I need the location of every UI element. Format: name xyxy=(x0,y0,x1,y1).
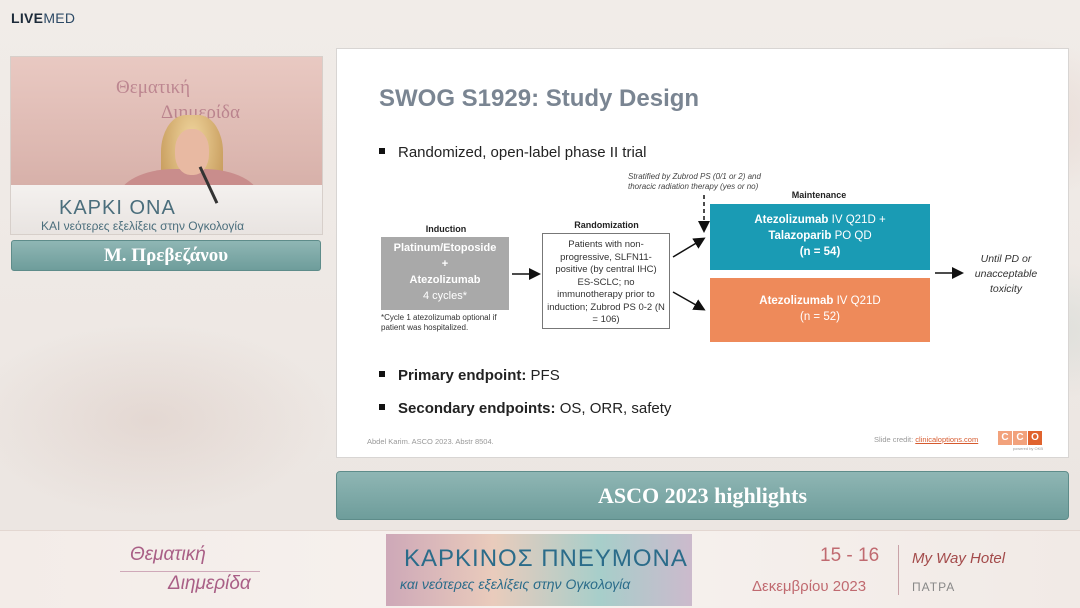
induction-line-4: 4 cycles* xyxy=(422,290,468,302)
bullet-secondary-endpoints: Secondary endpoints: OS, ORR, safety xyxy=(379,400,671,417)
induction-footnote-line-1: *Cycle 1 atezolizumab optional if xyxy=(381,313,497,322)
presentation-slide: SWOG S1929: Study Design Randomized, ope… xyxy=(336,48,1069,458)
event-banner: Θεματική Διημερίδα ΚΑΡΚΙΝΟΣ ΠΝΕΥΜΟΝΑ και… xyxy=(0,530,1080,608)
cco-logo: CCO powered by OKB xyxy=(998,427,1043,451)
randomization-box: Patients with non-progressive, SLFN11-po… xyxy=(542,233,670,329)
speaker-video: Θεματική Διημερίδα ΚΑΡΚΙ ΟΝΑ ΚΑΙ νεότερε… xyxy=(10,56,323,235)
arm2-drug1-dose: IV Q21D xyxy=(833,295,881,307)
bullet-icon xyxy=(379,404,385,410)
outcome-line-1: Until PD or xyxy=(980,253,1032,265)
banner-date-days: 15 - 16 xyxy=(820,545,880,566)
induction-line-3: Atezolizumab xyxy=(409,274,481,286)
induction-line-2: + xyxy=(441,258,449,270)
induction-box: Platinum/Etoposide + Atezolizumab 4 cycl… xyxy=(381,237,509,310)
arm2-n: (n = 52) xyxy=(800,311,840,323)
banner-hotel: My Way Hotel xyxy=(912,550,1006,567)
bullet-icon xyxy=(379,371,385,377)
arm1-drug1-dose: IV Q21D + xyxy=(828,214,886,226)
slide-credit: Slide credit: clinicaloptions.com xyxy=(874,435,978,444)
randomization-label: Randomization xyxy=(574,220,639,230)
cco-tagline: powered by OKB xyxy=(1012,446,1043,451)
banner-date-month: Δεκεμβρίου 2023 xyxy=(752,578,867,595)
cco-letter-3: O xyxy=(1028,431,1042,445)
video-backdrop-text-1: Θεματική xyxy=(116,77,191,98)
secondary-endpoints-value: OS, ORR, safety xyxy=(555,400,672,417)
slide-citation: Abdel Karim. ASCO 2023. Abstr 8504. xyxy=(367,437,494,446)
speaker-name-plate: Μ. Πρεβεζάνου xyxy=(11,240,321,271)
banner-separator xyxy=(898,545,899,595)
arm1-drug2-dose: PO QD xyxy=(831,230,872,242)
induction-label: Induction xyxy=(425,224,467,234)
induction-footnote-line-2: patient was hospitalized. xyxy=(381,323,469,332)
video-desk-text-2: ΚΑΙ νεότερες εξελίξεις στην Ογκολογία xyxy=(41,219,245,233)
logo-med: MED xyxy=(43,10,76,26)
primary-endpoint-label: Primary endpoint: xyxy=(398,367,527,384)
outcome-text: Until PD or unacceptable toxicity xyxy=(971,252,1041,297)
arm1-arrow xyxy=(672,237,706,258)
arm2-line-1: Atezolizumab IV Q21D xyxy=(710,293,930,309)
induction-line-1: Platinum/Etoposide xyxy=(393,242,497,254)
arm-atezolizumab-talazoparib: Atezolizumab IV Q21D + Talazoparib PO QD… xyxy=(710,204,930,270)
arm2-drug1: Atezolizumab xyxy=(759,295,834,307)
banner-left-line-2: Διημερίδα xyxy=(168,573,251,594)
arm1-line-2: Talazoparib PO QD xyxy=(710,228,930,244)
maintenance-label: Maintenance xyxy=(791,190,847,200)
slide-credit-label: Slide credit: xyxy=(874,435,916,444)
logo-live: LIVE xyxy=(11,10,44,26)
arm1-drug1: Atezolizumab xyxy=(754,214,829,226)
banner-center-title: ΚΑΡΚΙΝΟΣ ΠΝΕΥΜΟΝΑ xyxy=(404,545,688,572)
arm2-arrow xyxy=(672,291,706,311)
arm1-n: (n = 54) xyxy=(799,246,841,258)
banner-left-line-1: Θεματική xyxy=(130,544,206,565)
outcome-line-2: unacceptable xyxy=(974,268,1038,280)
speaker-face xyxy=(175,129,209,175)
secondary-endpoints-label: Secondary endpoints: xyxy=(398,400,556,417)
arm-atezolizumab: Atezolizumab IV Q21D (n = 52) xyxy=(710,278,930,342)
arm1-drug2: Talazoparib xyxy=(768,230,832,242)
banner-city: ΠΑΤΡΑ xyxy=(912,580,956,594)
cco-letter-2: C xyxy=(1013,431,1027,445)
video-desk-text-1: ΚΑΡΚΙ ΟΝΑ xyxy=(59,197,176,219)
primary-endpoint-value: PFS xyxy=(526,367,560,384)
arm1-line-1: Atezolizumab IV Q21D + xyxy=(710,212,930,228)
bullet-primary-endpoint: Primary endpoint: PFS xyxy=(379,367,560,384)
slide-credit-link[interactable]: clinicaloptions.com xyxy=(915,435,978,444)
cco-letter-1: C xyxy=(998,431,1012,445)
banner-divider xyxy=(120,571,260,572)
induction-footnote: *Cycle 1 atezolizumab optional if patien… xyxy=(381,313,497,333)
outcome-line-3: toxicity xyxy=(989,283,1023,295)
livemed-logo: LIVEMED xyxy=(11,10,75,26)
highlight-title-bar: ASCO 2023 highlights xyxy=(336,471,1069,520)
banner-center-subtitle: και νεότερες εξελίξεις στην Ογκολογία xyxy=(400,576,631,592)
